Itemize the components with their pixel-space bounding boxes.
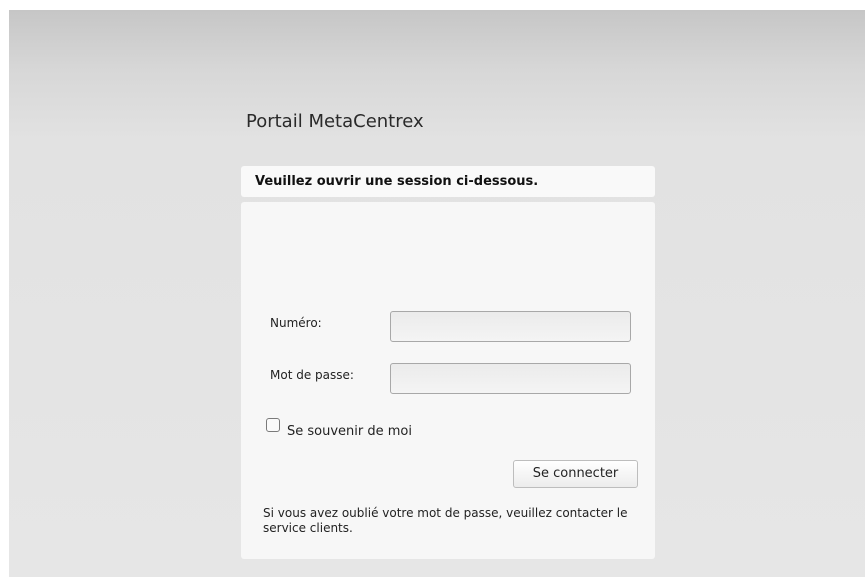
password-label: Mot de passe: bbox=[270, 368, 354, 382]
portal-title: Portail MetaCentrex bbox=[246, 111, 424, 132]
login-header-text: Veuillez ouvrir une session ci-dessous. bbox=[255, 174, 539, 189]
remember-checkbox[interactable] bbox=[266, 418, 280, 432]
password-input[interactable] bbox=[390, 363, 631, 394]
page-background: Portail MetaCentrex Veuillez ouvrir une … bbox=[9, 10, 865, 577]
login-form: Numéro: Mot de passe: Se souvenir de moi… bbox=[241, 202, 655, 559]
login-button[interactable]: Se connecter bbox=[513, 460, 638, 488]
forgot-password-text: Si vous avez oublié votre mot de passe, … bbox=[263, 506, 628, 535]
remember-label[interactable]: Se souvenir de moi bbox=[287, 424, 412, 439]
login-header: Veuillez ouvrir une session ci-dessous. bbox=[241, 166, 655, 197]
number-label: Numéro: bbox=[270, 316, 322, 330]
number-input[interactable] bbox=[390, 311, 631, 342]
